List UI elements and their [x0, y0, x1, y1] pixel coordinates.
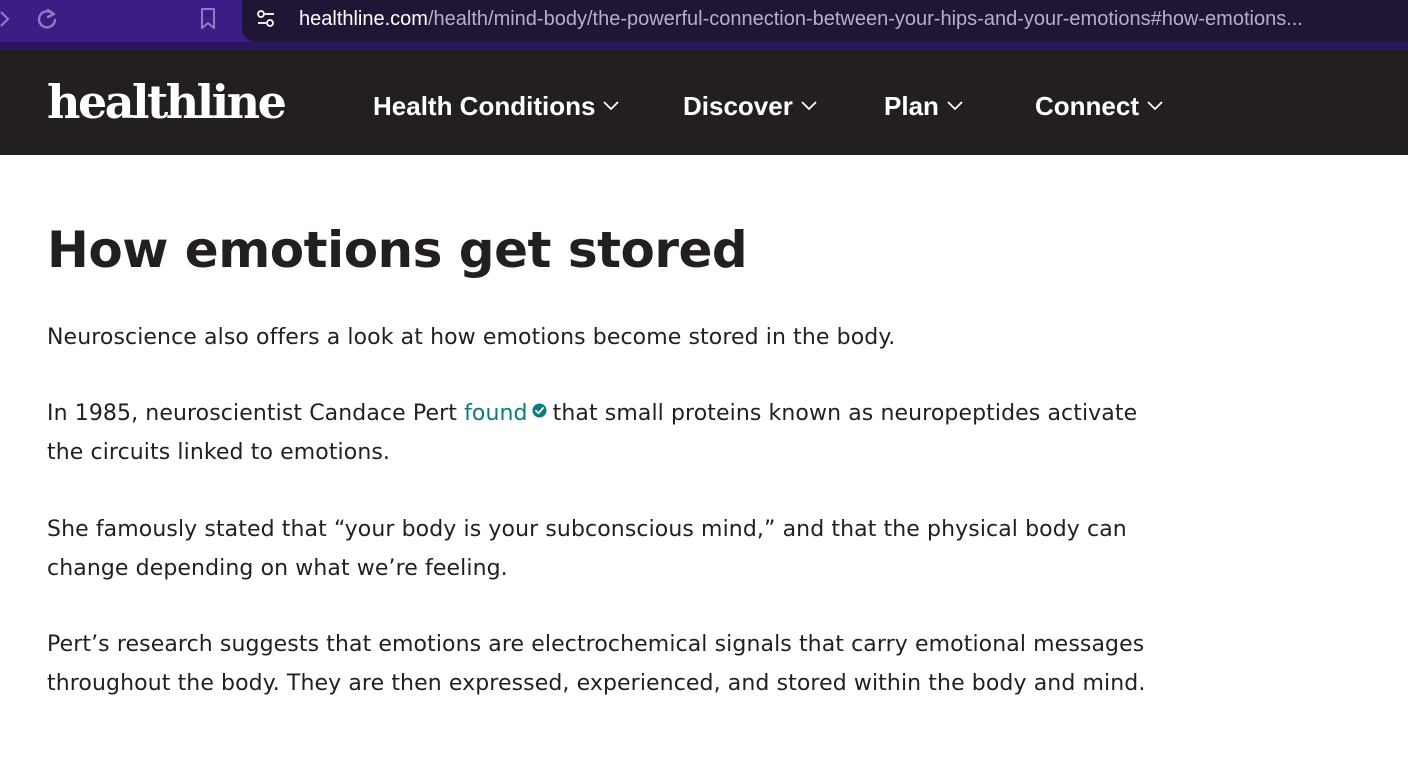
article-body: How emotions get stored Neuroscience als…	[47, 210, 1167, 696]
verified-check-icon[interactable]	[532, 392, 547, 418]
url-path: /health/mind-body/the-powerful-connectio…	[427, 8, 1303, 30]
nav-label: Health Conditions	[373, 91, 596, 121]
nav-label: Discover	[683, 91, 793, 121]
paragraph-2: In 1985, neuroscientist Candace Pert fou…	[47, 394, 1167, 472]
toolbar-divider	[0, 42, 1408, 50]
section-heading: How emotions get stored	[47, 221, 748, 279]
nav-plan[interactable]: Plan	[884, 88, 963, 124]
site-info-icon[interactable]	[254, 7, 278, 31]
chevron-down-icon	[1147, 101, 1163, 111]
paragraph-2-text-start: In 1985, neuroscientist Candace Pert	[47, 401, 465, 426]
forward-icon[interactable]	[0, 6, 18, 32]
reload-icon[interactable]	[34, 6, 60, 32]
bookmark-icon[interactable]	[195, 6, 221, 32]
found-link[interactable]: found	[464, 401, 528, 426]
nav-health-conditions[interactable]: Health Conditions	[373, 88, 620, 124]
browser-toolbar: healthline.com/health/mind-body/the-powe…	[0, 0, 1408, 50]
address-bar[interactable]: healthline.com/health/mind-body/the-powe…	[242, 0, 1408, 42]
chevron-down-icon	[603, 101, 620, 111]
paragraph-3: She famously stated that “your body is y…	[47, 517, 1127, 581]
chevron-down-icon	[801, 101, 817, 111]
nav-discover[interactable]: Discover	[683, 88, 817, 124]
paragraph-1: Neuroscience also offers a look at how e…	[47, 325, 896, 350]
healthline-logo[interactable]: healthline	[47, 72, 287, 132]
nav-label: Plan	[884, 91, 939, 121]
url-domain: healthline.com	[299, 8, 428, 30]
nav-connect[interactable]: Connect	[1035, 88, 1163, 124]
site-header: healthline Health Conditions Discover Pl…	[0, 50, 1408, 155]
chevron-down-icon	[947, 101, 963, 111]
url-text[interactable]: healthline.com/health/mind-body/the-powe…	[299, 7, 1389, 31]
nav-label: Connect	[1035, 91, 1139, 121]
paragraph-4: Pert’s research suggests that emotions a…	[47, 632, 1146, 696]
